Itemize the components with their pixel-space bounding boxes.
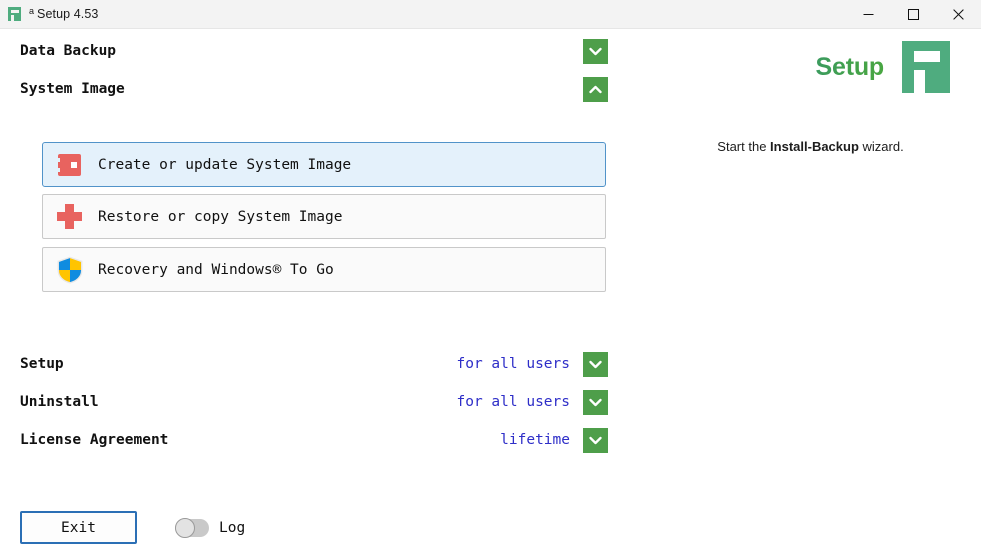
- chevron-down-button-uninstall[interactable]: [583, 389, 608, 415]
- brand: Setup: [816, 41, 950, 93]
- minimize-icon: [863, 13, 874, 15]
- title-superscript: a: [29, 6, 35, 16]
- setting-label-setup: Setup: [20, 356, 64, 372]
- option-restore-or-copy-system-image[interactable]: Restore or copy System Image: [42, 194, 606, 239]
- setting-value-setup[interactable]: for all users: [457, 356, 571, 372]
- accordion-label-system-image: System Image: [20, 81, 125, 97]
- option-label-create-or-update: Create or update System Image: [98, 156, 352, 173]
- chevron-up-button-system-image[interactable]: [583, 76, 608, 102]
- hint-text: Start the Install-Backup wizard.: [640, 139, 981, 154]
- minimize-button[interactable]: [846, 0, 891, 28]
- footer: Exit Log: [20, 511, 245, 544]
- setting-row-setup: Setup for all users: [20, 351, 608, 377]
- setting-row-uninstall: Uninstall for all users: [20, 389, 608, 415]
- maximize-icon: [908, 8, 919, 20]
- maximize-button[interactable]: [891, 0, 936, 28]
- window-content: Data Backup System Image Create or updat…: [0, 29, 981, 544]
- title-bar-left: a Setup 4.53: [0, 0, 98, 28]
- setting-label-license-agreement: License Agreement: [20, 432, 169, 448]
- chevron-down-icon: [589, 360, 602, 368]
- chevron-down-button-data-backup[interactable]: [583, 38, 608, 64]
- option-recovery-and-windows-to-go[interactable]: Recovery and Windows® To Go: [42, 247, 606, 292]
- setup-logo-icon: [902, 41, 950, 93]
- chevron-down-icon: [589, 47, 602, 55]
- setup-window: a Setup 4.53 Data Backup System Image Cr…: [0, 0, 981, 544]
- red-cross-icon: [56, 203, 84, 231]
- title-bar: a Setup 4.53: [0, 0, 981, 29]
- hint-prefix: Start the: [717, 139, 771, 154]
- setting-value-uninstall[interactable]: for all users: [457, 394, 571, 410]
- log-toggle-label: Log: [219, 519, 246, 536]
- chevron-up-icon: [589, 85, 602, 93]
- chevron-down-icon: [589, 398, 602, 406]
- chevron-down-icon: [589, 436, 602, 444]
- close-button[interactable]: [936, 0, 981, 28]
- accordion-label-data-backup: Data Backup: [20, 43, 117, 59]
- option-label-recovery-windows-to-go: Recovery and Windows® To Go: [98, 261, 334, 278]
- shield-icon: [56, 256, 84, 284]
- chevron-down-button-setup[interactable]: [583, 351, 608, 377]
- close-icon: [953, 8, 964, 20]
- window-controls: [846, 0, 981, 28]
- left-pane: Data Backup System Image Create or updat…: [0, 29, 640, 544]
- log-toggle-group[interactable]: Log: [175, 517, 246, 538]
- option-create-or-update-system-image[interactable]: Create or update System Image: [42, 142, 606, 187]
- brand-wordmark: Setup: [815, 52, 885, 81]
- chevron-down-button-license-agreement[interactable]: [583, 427, 608, 453]
- right-pane: Setup Start the Install-Backup wizard.: [640, 29, 981, 542]
- setting-row-license-agreement: License Agreement lifetime: [20, 427, 608, 453]
- hint-strong: Install-Backup: [770, 139, 859, 154]
- setting-label-uninstall: Uninstall: [20, 394, 99, 410]
- hint-suffix: wizard.: [858, 139, 904, 154]
- accordion-system-image[interactable]: System Image: [20, 74, 608, 104]
- setting-value-license-agreement[interactable]: lifetime: [500, 432, 570, 448]
- window-title: Setup 4.53: [37, 7, 99, 21]
- app-logo-icon: [7, 6, 22, 22]
- option-label-restore-or-copy: Restore or copy System Image: [98, 208, 343, 225]
- toggle-knob: [175, 517, 195, 538]
- exit-button[interactable]: Exit: [20, 511, 137, 544]
- drive-icon: [56, 151, 84, 179]
- log-toggle[interactable]: [175, 517, 209, 538]
- accordion-data-backup[interactable]: Data Backup: [20, 36, 608, 66]
